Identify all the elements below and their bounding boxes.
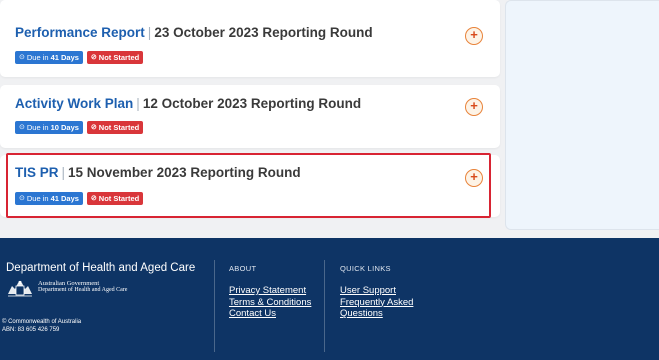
gov-line2: Department of Health and Aged Care	[38, 287, 128, 293]
report-name-link[interactable]: TIS PR	[15, 165, 59, 180]
report-round: 12 October 2023 Reporting Round	[142, 96, 362, 111]
government-logo: Australian Government Department of Heal…	[6, 280, 127, 298]
add-report-button[interactable]: +	[465, 169, 483, 187]
title-separator: |	[147, 25, 152, 40]
due-badge: ⊙ Due in 10 Days	[15, 121, 83, 134]
department-name: Department of Health and Aged Care	[6, 262, 196, 274]
copyright-block: © Commonwealth of Australia ABN: 83 605 …	[2, 318, 81, 334]
due-days: 41 Days	[50, 53, 79, 62]
faq-link[interactable]: Frequently Asked	[340, 297, 413, 309]
title-separator: |	[136, 96, 140, 111]
due-days: 10 Days	[50, 123, 79, 132]
due-prefix: Due in	[26, 123, 49, 132]
alert-icon: ⊘	[90, 124, 97, 131]
status-text: Not Started	[98, 123, 140, 132]
clock-icon: ⊙	[19, 195, 25, 202]
abn-text: ABN: 83 605 426 759	[2, 327, 60, 333]
status-badges: ⊙ Due in 10 Days ⊘ Not Started	[15, 121, 144, 134]
report-title: TIS PR | 15 November 2023 Reporting Round	[15, 165, 301, 180]
not-started-badge: ⊘ Not Started	[86, 51, 144, 64]
status-text: Not Started	[98, 53, 140, 62]
about-heading: ABOUT	[229, 264, 257, 273]
footer-divider	[324, 260, 325, 352]
due-days: 41 Days	[50, 194, 79, 203]
not-started-badge: ⊘ Not Started	[86, 192, 144, 205]
gov-line1: Australian Government	[38, 280, 100, 287]
side-panel	[505, 0, 659, 230]
alert-icon: ⊘	[90, 54, 97, 61]
copyright-text: © Commonwealth of Australia	[2, 319, 82, 325]
about-links: Privacy Statement Terms & Conditions Con…	[229, 285, 311, 320]
report-name-link[interactable]: Performance Report	[15, 25, 145, 40]
report-title: Activity Work Plan | 12 October 2023 Repor…	[15, 96, 361, 111]
report-round: 23 October 2023 Reporting Round	[154, 25, 373, 40]
quick-links: User Support Frequently Asked Questions	[340, 285, 413, 320]
due-badge: ⊙ Due in 41 Days	[15, 51, 83, 64]
coat-of-arms-icon	[8, 280, 32, 297]
add-report-button[interactable]: +	[465, 27, 483, 45]
report-card-performance: Performance Report | 23 October 2023 Repor…	[0, 0, 500, 77]
report-card-activity-work-plan: Activity Work Plan | 12 October 2023 Repor…	[0, 85, 500, 148]
status-badges: ⊙ Due in 41 Days ⊘ Not Started	[15, 192, 144, 205]
clock-icon: ⊙	[19, 124, 25, 131]
report-title: Performance Report | 23 October 2023 Repor…	[15, 25, 373, 40]
government-text: Australian Government Department of Heal…	[38, 280, 127, 294]
status-badges: ⊙ Due in 41 Days ⊘ Not Started	[15, 51, 144, 64]
report-card-tis-pr: TIS PR | 15 November 2023 Reporting Round …	[0, 155, 500, 217]
due-prefix: Due in	[26, 194, 49, 203]
contact-us-link[interactable]: Contact Us	[229, 308, 311, 320]
reports-list: Performance Report | 23 October 2023 Repor…	[0, 0, 500, 238]
site-footer: Department of Health and Aged Care Austr…	[0, 238, 659, 360]
user-support-link[interactable]: User Support	[340, 285, 413, 297]
title-separator: |	[61, 165, 66, 180]
add-report-button[interactable]: +	[465, 98, 483, 116]
faq-link-continued[interactable]: Questions	[340, 308, 413, 320]
reports-area: Performance Report | 23 October 2023 Repor…	[0, 0, 659, 238]
quick-links-heading: QUICK LINKS	[340, 264, 391, 273]
not-started-badge: ⊘ Not Started	[86, 121, 144, 134]
report-round: 15 November 2023 Reporting Round	[68, 165, 301, 180]
clock-icon: ⊙	[19, 54, 25, 61]
terms-conditions-link[interactable]: Terms & Conditions	[229, 297, 311, 309]
report-name-link[interactable]: Activity Work Plan	[15, 96, 133, 111]
footer-divider	[214, 260, 215, 352]
privacy-statement-link[interactable]: Privacy Statement	[229, 285, 311, 297]
due-prefix: Due in	[26, 53, 49, 62]
alert-icon: ⊘	[90, 195, 97, 202]
due-badge: ⊙ Due in 41 Days	[15, 192, 83, 205]
status-text: Not Started	[98, 194, 140, 203]
